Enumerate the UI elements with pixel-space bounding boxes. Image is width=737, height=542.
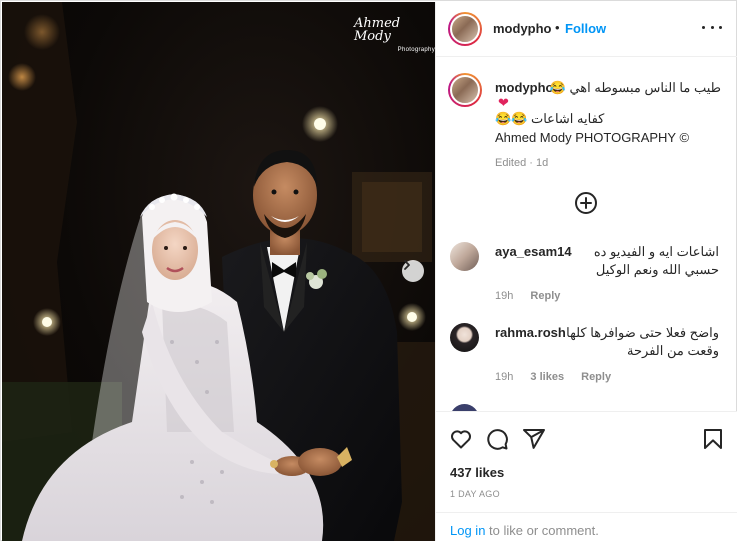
- comment-meta: 19h 3 likes Reply: [495, 371, 611, 383]
- login-prompt-rest: to like or comment.: [485, 523, 599, 538]
- post-date[interactable]: 1 DAY AGO: [450, 489, 500, 499]
- caption-line-1: طيب ما الناس مبسوطه اهي 😂: [549, 80, 721, 95]
- comment-text: aya_esam14 اشاعات ايه و الفيديو ده حسبي …: [495, 243, 719, 279]
- comment-meta: 19h Reply: [495, 290, 560, 302]
- caption-line-2: كفايه اشاعات 😂😂: [495, 111, 605, 126]
- post-header: modypho • Follow: [436, 2, 737, 57]
- caption-username[interactable]: modypho: [495, 80, 554, 95]
- wedding-photo-illustration: [2, 2, 435, 541]
- reply-button[interactable]: Reply: [581, 371, 611, 383]
- post-frame: Ahmed Mody Photography modypho • Follow …: [0, 0, 737, 541]
- comment-body: واضح فعلا حتى ضوافرها كلها وقعت من الفرح…: [566, 325, 719, 358]
- reply-button[interactable]: Reply: [530, 290, 560, 302]
- comment-avatar[interactable]: [450, 242, 479, 271]
- photo-watermark: Ahmed Mody Photography: [354, 17, 435, 57]
- separator-dot: •: [555, 20, 560, 35]
- heart-emoji: ❤: [498, 95, 509, 110]
- comment-body: اشاعات ايه و الفيديو ده حسبي الله ونعم ا…: [593, 244, 719, 277]
- more-options-icon[interactable]: [702, 19, 722, 35]
- comment-username[interactable]: rahma.rosh: [495, 324, 566, 342]
- chevron-right-icon: [404, 260, 410, 270]
- comment-time[interactable]: 19h: [495, 371, 513, 383]
- author-avatar[interactable]: [448, 12, 482, 46]
- login-link[interactable]: Log in: [450, 523, 485, 538]
- watermark-title: Ahmed Mody: [354, 16, 401, 44]
- comment-text: rahma.rosh واضح فعلا حتى ضوافرها كلها وق…: [495, 324, 719, 360]
- heart-outline-icon[interactable]: [449, 427, 473, 451]
- comment-avatar[interactable]: [450, 323, 479, 352]
- follow-button[interactable]: Follow: [565, 21, 606, 36]
- post-photo[interactable]: Ahmed Mody Photography: [2, 2, 435, 541]
- comment-time[interactable]: 19h: [495, 290, 513, 302]
- caption-author-avatar[interactable]: [448, 73, 482, 107]
- comment-icon[interactable]: [485, 427, 509, 451]
- watermark-subtitle: Photography: [397, 47, 435, 53]
- post-actions: 437 likes 1 DAY AGO Log in to like or co…: [436, 411, 737, 541]
- add-comment-icon: [580, 197, 592, 209]
- comment-username[interactable]: aya_esam14: [495, 243, 572, 261]
- next-photo-button[interactable]: [402, 260, 424, 282]
- likes-count[interactable]: 437 likes: [450, 465, 504, 480]
- author-username[interactable]: modypho: [493, 21, 552, 36]
- bookmark-icon[interactable]: [701, 427, 725, 451]
- login-prompt-bar: Log in to like or comment.: [436, 512, 737, 542]
- login-prompt: Log in to like or comment.: [450, 523, 599, 538]
- post-details-panel: modypho • Follow modypho طيب ما الناس مب…: [435, 2, 737, 541]
- load-more-comments-button[interactable]: [575, 192, 597, 214]
- caption-edited-time: Edited · 1d: [495, 157, 549, 169]
- share-icon[interactable]: [522, 427, 546, 451]
- comment-likes-count[interactable]: 3 likes: [530, 371, 564, 383]
- caption-line-3: Ahmed Mody PHOTOGRAPHY ©: [495, 130, 690, 145]
